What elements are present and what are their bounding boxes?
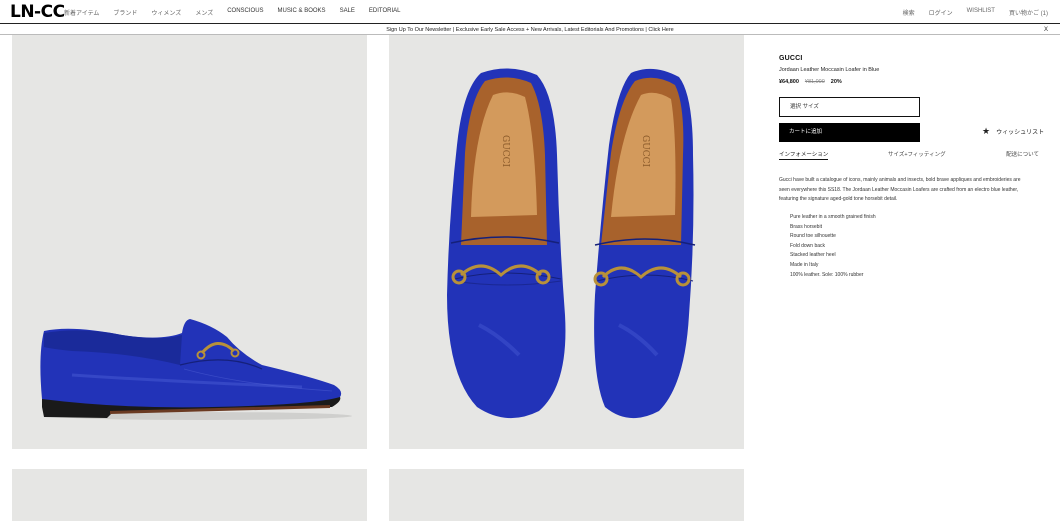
login-link[interactable]: ログイン [929, 8, 953, 17]
list-item: Brass horsebit [790, 223, 822, 230]
product-features: Pure leather in a smooth grained finish … [790, 213, 876, 280]
product-image-3[interactable] [12, 469, 367, 521]
product-info: GUCCI Jordaan Leather Moccasin Loafer in… [779, 55, 1044, 85]
loafer-top-image: GUCCI GUCCI [447, 68, 696, 419]
product-brand[interactable]: GUCCI [779, 55, 1044, 62]
nav-womens[interactable]: ウィメンズ [151, 8, 181, 17]
size-select[interactable]: 選択 サイズ [779, 97, 920, 117]
site-header: LN-CC 新着アイテム ブランド ウィメンズ メンズ CONSCIOUS MU… [0, 0, 1060, 24]
nav-conscious[interactable]: CONSCIOUS [227, 8, 263, 17]
product-price: ¥64,800 ¥81,000 20% [779, 79, 1044, 85]
site-logo[interactable]: LN-CC [10, 2, 65, 22]
add-to-cart-button[interactable]: カートに追加 [779, 123, 920, 142]
nav-sale[interactable]: SALE [340, 8, 355, 17]
main-nav: 新着アイテム ブランド ウィメンズ メンズ CONSCIOUS MUSIC & … [64, 8, 414, 17]
star-icon: ★ [982, 126, 991, 136]
product-name: Jordaan Leather Moccasin Loafer in Blue [779, 67, 880, 73]
list-item: 100% leather. Sole: 100% rubber [790, 271, 864, 278]
utility-nav: 検索 ログイン WISHLIST 買い物かご (1) [889, 8, 1048, 17]
sale-price: ¥64,800 [779, 79, 799, 85]
list-item: Stacked leather heel [790, 252, 836, 259]
loafer-side-image [40, 319, 352, 420]
cart-link[interactable]: 買い物かご (1) [1009, 8, 1048, 17]
list-item: Made in Italy [790, 261, 819, 268]
banner-text[interactable]: Sign Up To Our Newsletter | Exclusive Ea… [386, 27, 674, 33]
nav-new-arrivals[interactable]: 新着アイテム [64, 8, 99, 17]
list-item: Pure leather in a smooth grained finish [790, 214, 876, 220]
svg-text:GUCCI: GUCCI [500, 135, 510, 168]
close-icon[interactable]: X [1044, 25, 1048, 35]
product-image-4[interactable] [389, 469, 744, 521]
product-image-side[interactable] [12, 35, 367, 449]
nav-music-books[interactable]: MUSIC & BOOKS [278, 8, 326, 17]
svg-text:GUCCI: GUCCI [640, 135, 650, 168]
tab-size-fitting[interactable]: サイズ+フィッティング [888, 150, 946, 158]
nav-editorial[interactable]: EDITORIAL [369, 8, 401, 17]
wishlist-link[interactable]: WISHLIST [967, 8, 995, 17]
list-item: Fold down back [790, 242, 826, 249]
wishlist-label: ウィッシュリスト [996, 130, 1045, 136]
product-description: Gucci have built a catalogue of icons, m… [779, 177, 1021, 203]
tab-shipping[interactable]: 配送について [1006, 150, 1039, 158]
product-tabs: インフォメーション サイズ+フィッティング 配送について [779, 148, 1039, 160]
newsletter-banner[interactable]: Sign Up To Our Newsletter | Exclusive Ea… [0, 25, 1060, 35]
product-image-top[interactable]: GUCCI GUCCI [389, 35, 744, 449]
search-link[interactable]: 検索 [903, 8, 915, 17]
discount-badge: 20% [830, 79, 842, 85]
nav-brands[interactable]: ブランド [113, 8, 137, 17]
add-to-wishlist-button[interactable]: ★ ウィッシュリスト [982, 126, 1045, 137]
list-item: Round toe silhouette [790, 233, 836, 240]
tab-information[interactable]: インフォメーション [779, 150, 829, 160]
nav-mens[interactable]: メンズ [195, 8, 213, 17]
original-price: ¥81,000 [804, 79, 825, 85]
